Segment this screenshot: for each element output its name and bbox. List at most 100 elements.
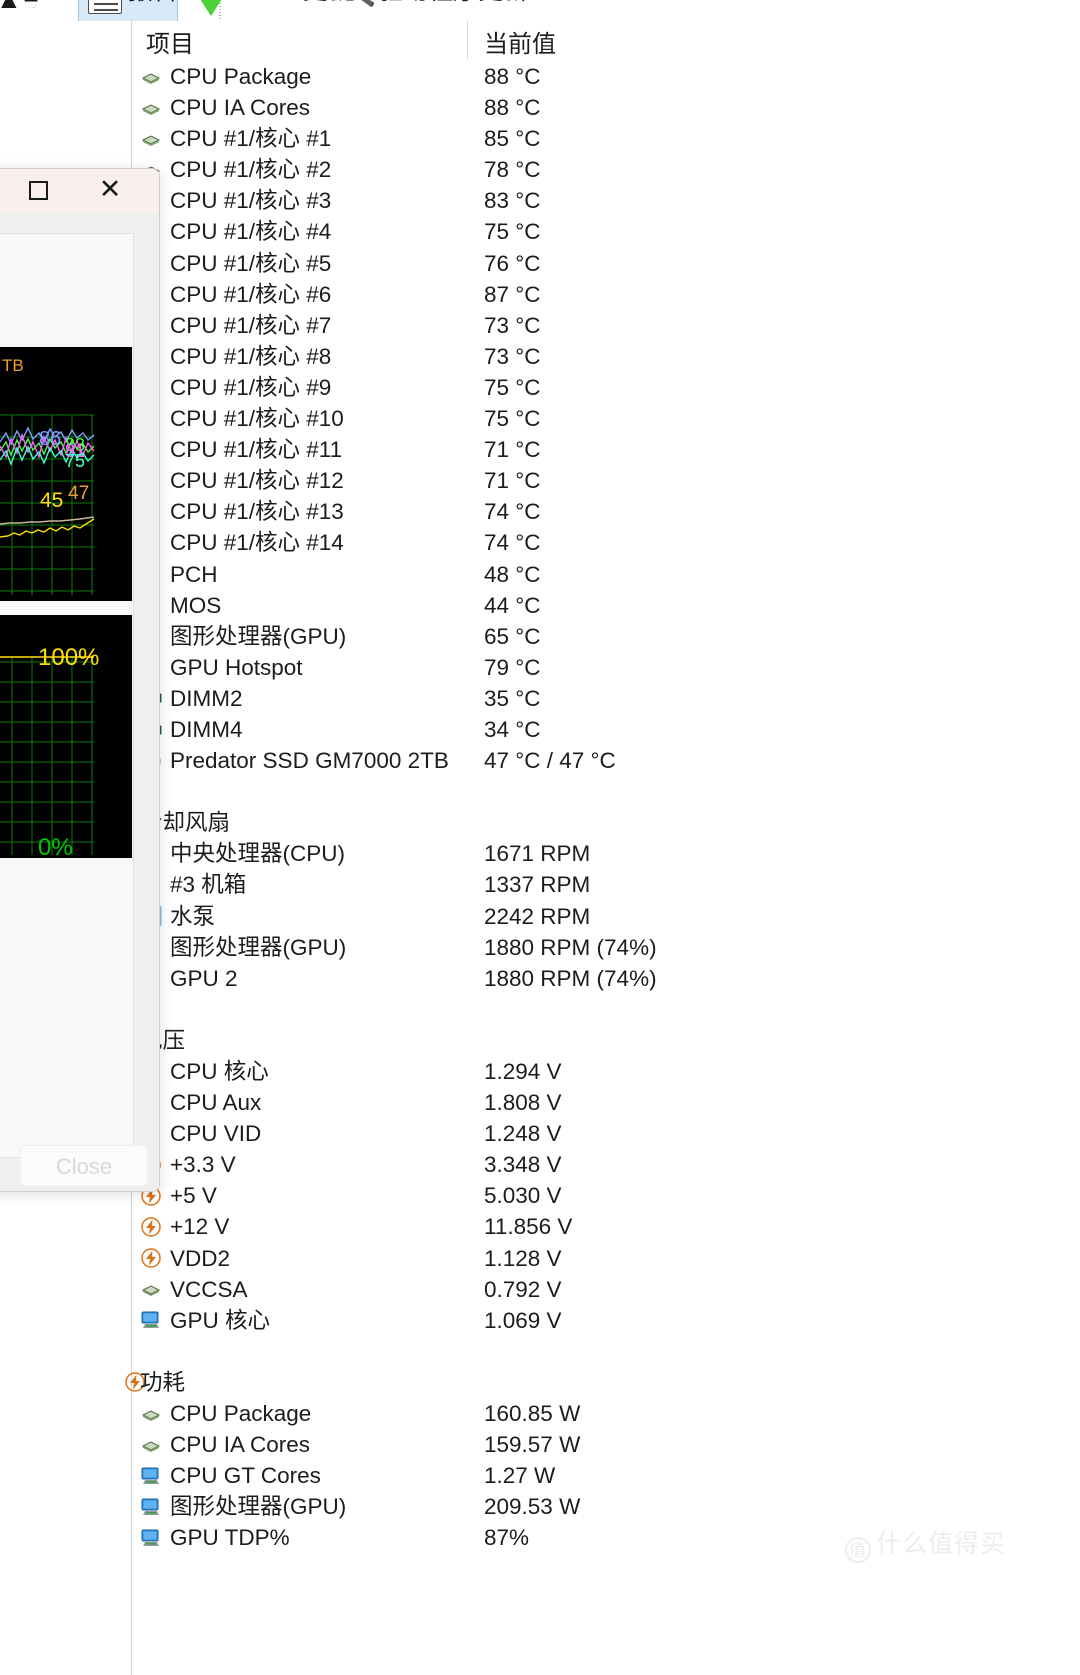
sensor-value: 3.348 V bbox=[484, 1152, 562, 1178]
sensor-name: 中央处理器(CPU) bbox=[170, 841, 345, 867]
overlay-window-titlebar[interactable]: ✕ bbox=[0, 169, 159, 213]
sensor-name: Predator SSD GM7000 2TB bbox=[170, 748, 449, 774]
sensor-row[interactable]: +5 V 5.030 V bbox=[132, 1180, 1080, 1211]
svg-text:45: 45 bbox=[40, 489, 63, 512]
sensor-row[interactable]: GPU 2 1880 RPM (74%) bbox=[132, 963, 1080, 994]
sensor-name: CPU #1/核心 #2 bbox=[170, 157, 332, 183]
sensor-row[interactable]: CPU #1/核心 #13 74 °C bbox=[132, 496, 1080, 527]
column-divider[interactable] bbox=[467, 21, 468, 59]
sensor-row[interactable]: +3.3 V 3.348 V bbox=[132, 1149, 1080, 1180]
sensor-name: MOS bbox=[170, 592, 222, 618]
sensor-row[interactable]: CPU #1/核心 #7 73 °C bbox=[132, 310, 1080, 341]
sensor-row[interactable]: 图形处理器(GPU) 1880 RPM (74%) bbox=[132, 932, 1080, 963]
cpu-chip-icon bbox=[140, 66, 162, 88]
sensor-row[interactable]: CPU #1/核心 #1 85 °C bbox=[132, 123, 1080, 154]
sensor-row[interactable]: CPU #1/核心 #6 87 °C bbox=[132, 279, 1080, 310]
sensor-name: CPU #1/核心 #12 bbox=[170, 468, 344, 494]
load-percent-chart[interactable]: 100% 0% bbox=[0, 615, 132, 858]
gpu-monitor-icon bbox=[140, 1496, 162, 1518]
sensor-row[interactable]: GPU 核心 1.069 V bbox=[132, 1305, 1080, 1336]
sensor-row[interactable]: CPU #1/核心 #12 71 °C bbox=[132, 465, 1080, 496]
sensor-row[interactable]: DIMM2 35 °C bbox=[132, 683, 1080, 714]
sensor-value: 71 °C bbox=[484, 437, 541, 463]
driver-update-label[interactable]: 驱动程序更新 bbox=[378, 0, 528, 4]
svg-text:TB: TB bbox=[2, 356, 24, 375]
sensor-name: CPU IA Cores bbox=[170, 95, 311, 121]
sensor-row[interactable]: GPU Hotspot 79 °C bbox=[132, 652, 1080, 683]
sensor-row[interactable]: 水泵 2242 RPM bbox=[132, 901, 1080, 932]
sensor-row[interactable]: 图形处理器(GPU) 65 °C bbox=[132, 621, 1080, 652]
gpu-monitor-icon bbox=[140, 1309, 162, 1331]
sensor-row[interactable]: CPU #1/核心 #2 78 °C bbox=[132, 154, 1080, 185]
sensor-row[interactable]: CPU IA Cores 159.57 W bbox=[132, 1429, 1080, 1460]
sensor-value: 1.808 V bbox=[484, 1090, 562, 1116]
sensor-value: 34 °C bbox=[484, 716, 541, 742]
sensor-name: GPU 核心 bbox=[170, 1307, 271, 1333]
sensor-value: 1337 RPM bbox=[484, 872, 591, 898]
sensor-row[interactable]: MOS 44 °C bbox=[132, 590, 1080, 621]
column-header-value[interactable]: 当前值 bbox=[484, 24, 556, 59]
sensor-row[interactable]: CPU GT Cores 1.27 W bbox=[132, 1460, 1080, 1491]
close-icon[interactable]: ✕ bbox=[97, 176, 123, 203]
sensor-row[interactable]: VCCSA 0.792 V bbox=[132, 1274, 1080, 1305]
sensor-row[interactable]: CPU #1/核心 #4 75 °C bbox=[132, 216, 1080, 247]
maximize-icon[interactable] bbox=[29, 181, 48, 200]
sensor-name: CPU #1/核心 #3 bbox=[170, 188, 332, 214]
sensor-name: CPU #1/核心 #13 bbox=[170, 499, 344, 525]
bios-update-label[interactable]: BIOS 更新 bbox=[236, 0, 353, 4]
overlay-close-button[interactable]: Close bbox=[20, 1145, 148, 1187]
sensor-name: GPU TDP% bbox=[170, 1525, 290, 1551]
sensor-value: 2242 RPM bbox=[484, 903, 591, 929]
sensor-row[interactable]: CPU IA Cores 88 °C bbox=[132, 92, 1080, 123]
temperature-chart[interactable]: TB 86 83 81 75 45 47 bbox=[0, 347, 132, 601]
sensor-row[interactable]: +12 V 11.856 V bbox=[132, 1211, 1080, 1242]
sensor-value: 1.128 V bbox=[484, 1245, 562, 1271]
section-header-冷却风扇[interactable]: 冷却风扇 bbox=[125, 807, 1080, 838]
green-triangle-icon[interactable] bbox=[189, 0, 233, 16]
sensor-row[interactable]: CPU #1/核心 #5 76 °C bbox=[132, 248, 1080, 279]
sensor-row[interactable]: CPU Package 160.85 W bbox=[132, 1398, 1080, 1429]
sensor-row[interactable]: PCH 48 °C bbox=[132, 559, 1080, 590]
sensor-row[interactable]: CPU Aux 1.808 V bbox=[132, 1087, 1080, 1118]
sensor-value: 85 °C bbox=[484, 126, 541, 152]
svg-text:86: 86 bbox=[39, 428, 61, 450]
sensor-name: CPU #1/核心 #5 bbox=[170, 250, 332, 276]
magnifier-icon[interactable]: 🔍 bbox=[334, 0, 377, 15]
svg-text:47: 47 bbox=[68, 483, 89, 504]
sensor-row[interactable]: CPU #1/核心 #9 75 °C bbox=[132, 372, 1080, 403]
sensor-row[interactable]: CPU Package 88 °C bbox=[132, 61, 1080, 92]
load-percent-chart-svg: 100% 0% bbox=[0, 615, 132, 858]
sensor-row[interactable]: 中央处理器(CPU) 1671 RPM bbox=[132, 838, 1080, 869]
sensor-row[interactable]: 图形处理器(GPU) 209.53 W bbox=[132, 1491, 1080, 1522]
sensor-value: 159.57 W bbox=[484, 1432, 581, 1458]
sensor-value: 11.856 V bbox=[484, 1214, 573, 1240]
sensor-row[interactable]: Predator SSD GM7000 2TB 47 °C / 47 °C bbox=[132, 745, 1080, 776]
cursor-arrow-icon: ▲ bbox=[0, 0, 22, 12]
sensor-name: PCH bbox=[170, 561, 218, 587]
sensor-row[interactable]: #3 机箱 1337 RPM bbox=[132, 869, 1080, 900]
sensor-row[interactable]: VDD2 1.128 V bbox=[132, 1243, 1080, 1274]
sensor-value: 1880 RPM (74%) bbox=[484, 965, 657, 991]
sensor-row[interactable]: DIMM4 34 °C bbox=[132, 714, 1080, 745]
sensor-value: 160.85 W bbox=[484, 1401, 581, 1427]
sensor-value: 5.030 V bbox=[484, 1183, 562, 1209]
sensor-row[interactable]: CPU 核心 1.294 V bbox=[132, 1056, 1080, 1087]
sensor-row[interactable]: CPU #1/核心 #14 74 °C bbox=[132, 527, 1080, 558]
sensor-row[interactable]: CPU VID 1.248 V bbox=[132, 1118, 1080, 1149]
temperature-chart-svg: TB 86 83 81 75 45 47 bbox=[0, 347, 132, 601]
sensor-row[interactable]: CPU #1/核心 #8 73 °C bbox=[132, 341, 1080, 372]
sensor-row[interactable]: CPU #1/核心 #3 83 °C bbox=[132, 185, 1080, 216]
chart-icon[interactable]: ◓ bbox=[22, 0, 40, 16]
sensor-value: 1880 RPM (74%) bbox=[484, 934, 657, 960]
column-header-item[interactable]: 项目 bbox=[146, 24, 194, 59]
sensor-name: DIMM4 bbox=[170, 716, 243, 742]
sensor-row[interactable]: CPU #1/核心 #10 75 °C bbox=[132, 403, 1080, 434]
section-header-电压[interactable]: 电压 bbox=[125, 1025, 1080, 1056]
sensor-value: 74 °C bbox=[484, 499, 541, 525]
sensor-value: 88 °C bbox=[484, 64, 541, 89]
sensor-row[interactable]: CPU #1/核心 #11 71 °C bbox=[132, 434, 1080, 465]
bolt-icon bbox=[140, 1216, 162, 1238]
section-header-功耗[interactable]: 功耗 bbox=[125, 1367, 1080, 1398]
sensor-name: 水泵 bbox=[170, 903, 216, 929]
